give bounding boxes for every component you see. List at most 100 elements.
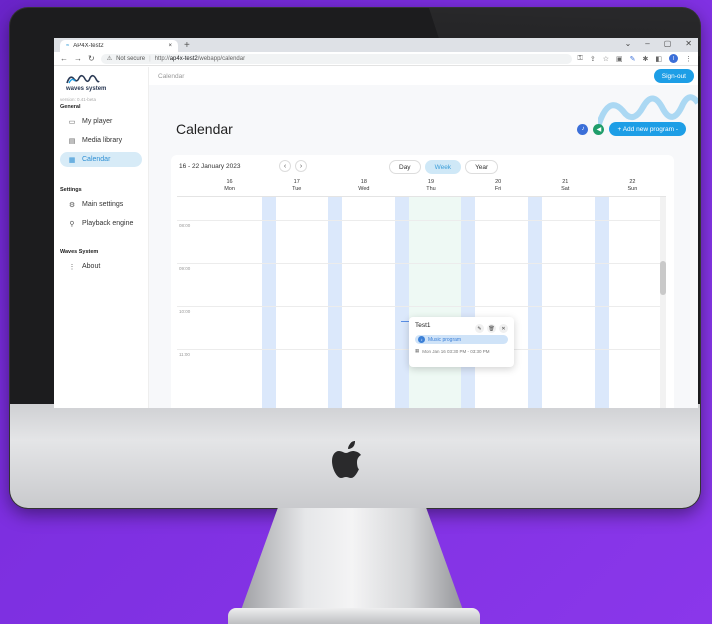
sidebar-item-my-player[interactable]: ▭ My player	[60, 114, 142, 129]
main-content: Calendar Sign-out Calendar ♪ ◀ + Add new…	[149, 67, 698, 408]
scrollbar-thumb[interactable]	[660, 261, 666, 295]
trash-icon[interactable]: 🗑	[487, 324, 496, 333]
tab-day[interactable]: Day	[389, 160, 421, 174]
day-header-wed: 18 Wed	[330, 179, 397, 196]
week-grid[interactable]: 08:00 09:00 10:00 11:00 Test1 ✎ 🗑 ✕ ♪ Mu…	[177, 196, 666, 408]
minimize-icon[interactable]: –	[645, 39, 649, 48]
share-icon[interactable]: ⇪	[590, 55, 596, 63]
waves-logo-icon	[66, 74, 100, 84]
apple-logo-icon	[332, 441, 361, 478]
sidebar-item-about[interactable]: ⋮ About	[60, 259, 142, 274]
profile-avatar[interactable]: I	[669, 54, 678, 63]
day-number: 17	[293, 179, 300, 185]
url-separator: |	[149, 55, 151, 62]
event-time: ▦ Mon Jan 16 03:30 PM - 03:30 PM	[415, 348, 508, 354]
sign-out-button[interactable]: Sign-out	[653, 69, 694, 83]
hour-line	[177, 263, 666, 264]
calendar-icon: ▦	[68, 156, 76, 164]
day-header-thu: 19 Thu	[397, 179, 464, 196]
event-actions: ✎ 🗑 ✕	[475, 324, 508, 333]
event-time-label: Mon Jan 16 03:30 PM - 03:30 PM	[422, 348, 490, 354]
prev-week-button[interactable]: ‹	[279, 160, 291, 172]
day-header-tue: 17 Tue	[263, 179, 330, 196]
breadcrumb: Calendar	[158, 72, 185, 80]
day-name: Tue	[292, 186, 302, 192]
day-name: Wed	[358, 186, 370, 192]
puzzle-icon[interactable]: ✱	[643, 55, 649, 63]
media-library-icon: ▤	[68, 137, 76, 145]
close-icon[interactable]: ✕	[499, 324, 508, 333]
scrollbar[interactable]	[660, 197, 666, 408]
window-controls: ⌄ – ▢ ✕	[625, 39, 692, 48]
music-note-icon[interactable]: ♪	[577, 123, 589, 135]
today-column	[409, 197, 461, 408]
hour-label: 10:00	[179, 309, 191, 314]
forward-icon[interactable]: →	[74, 54, 82, 63]
tab-favicon-icon: ≈	[66, 43, 70, 49]
day-header-mon: 16 Mon	[196, 179, 263, 196]
day-name: Sat	[561, 186, 570, 192]
next-week-button[interactable]: ›	[295, 160, 307, 172]
key-icon[interactable]: ⚿	[578, 55, 583, 63]
calendar-small-icon: ▦	[415, 348, 420, 353]
day-header-row: 16 Mon 17 Tue 18 Wed 19 Thu 20 Fri 21 Sat 22 Su…	[171, 179, 674, 196]
day-divider	[395, 197, 409, 408]
day-divider	[262, 197, 276, 408]
close-window-icon[interactable]: ✕	[685, 39, 692, 48]
sidebar-item-label: Media library	[82, 137, 123, 144]
event-type-label: Music program	[428, 336, 462, 343]
sidebar-item-label: About	[82, 263, 101, 270]
chevron-down-icon[interactable]: ⌄	[625, 39, 632, 48]
monitor-stand-base	[228, 608, 480, 624]
day-header-sat: 21 Sat	[532, 179, 599, 196]
new-tab-button[interactable]: +	[184, 40, 190, 52]
url-host: ap4x-test2	[169, 55, 198, 62]
security-label: Not secure	[116, 55, 146, 62]
megaphone-icon[interactable]: ◀	[593, 123, 605, 135]
hour-line	[177, 220, 666, 221]
day-name: Sun	[627, 186, 638, 192]
add-program-button[interactable]: + Add new program -	[609, 122, 686, 136]
calendar-card: 16 - 22 January 2023 ‹ › Day Week Year 1…	[171, 155, 674, 408]
sidebar-item-label: Calendar	[82, 156, 111, 163]
url-path: /webapp/calendar	[197, 55, 246, 62]
logo[interactable]: waves system	[60, 73, 142, 92]
browser-tab[interactable]: ≈ AP4X-test2 ×	[60, 40, 178, 52]
day-name: Fri	[494, 186, 502, 192]
reload-icon[interactable]: ↻	[88, 54, 95, 63]
back-icon[interactable]: ←	[60, 54, 68, 63]
screen: ≈ AP4X-test2 × + ⌄ – ▢ ✕ ← → ↻ ⚠ Not sec…	[54, 38, 698, 408]
kebab-menu-icon[interactable]: ⋮	[685, 55, 692, 63]
day-header-sun: 22 Sun	[599, 179, 666, 196]
sidebar-item-playback-engine[interactable]: ⚲ Playback engine	[60, 216, 142, 231]
tab-week[interactable]: Week	[424, 160, 462, 174]
hour-label: 11:00	[179, 352, 190, 357]
tab-year[interactable]: Year	[465, 160, 499, 174]
section-title-waves-system: Waves System	[60, 249, 99, 255]
sidepanel-icon[interactable]: ◧	[655, 55, 662, 63]
sidebar-item-label: Playback engine	[82, 220, 134, 227]
sidebar-item-label: My player	[82, 118, 113, 125]
sidebar-item-main-settings[interactable]: ⚙ Main settings	[60, 197, 142, 212]
gear-icon: ⚙	[68, 201, 76, 209]
edit-icon[interactable]: ✎	[475, 324, 484, 333]
star-icon[interactable]: ☆	[603, 55, 609, 63]
url-field[interactable]: ⚠ Not secure | http://ap4x-test2/webapp/…	[100, 53, 572, 64]
extension-icon[interactable]: ▣	[616, 55, 623, 63]
extension-toolbar: ⚿ ⇪ ☆ ▣ ✎ ✱ ◧ I ⋮	[578, 54, 692, 63]
event-popup: Test1 ✎ 🗑 ✕ ♪ Music program ▦ Mon Jan 16…	[409, 317, 514, 367]
url-prefix: http://	[154, 55, 170, 62]
sidebar-item-media-library[interactable]: ▤ Media library	[60, 133, 142, 148]
maximize-icon[interactable]: ▢	[664, 39, 672, 48]
page-title: Calendar	[176, 121, 233, 137]
address-bar: ← → ↻ ⚠ Not secure | http://ap4x-test2/w…	[54, 52, 698, 66]
browser-tab-bar: ≈ AP4X-test2 × + ⌄ – ▢ ✕	[54, 38, 698, 52]
tab-close-icon[interactable]: ×	[168, 43, 172, 49]
sidebar-item-calendar[interactable]: ▦ Calendar	[60, 152, 142, 167]
sidebar-item-label: Main settings	[82, 201, 124, 208]
version-label: version: 0.41-beta	[60, 97, 97, 102]
more-vertical-icon: ⋮	[68, 263, 76, 271]
hour-label: 09:00	[179, 266, 191, 271]
app: waves system version: 0.41-beta General …	[54, 67, 698, 408]
pen-icon[interactable]: ✎	[630, 55, 636, 63]
